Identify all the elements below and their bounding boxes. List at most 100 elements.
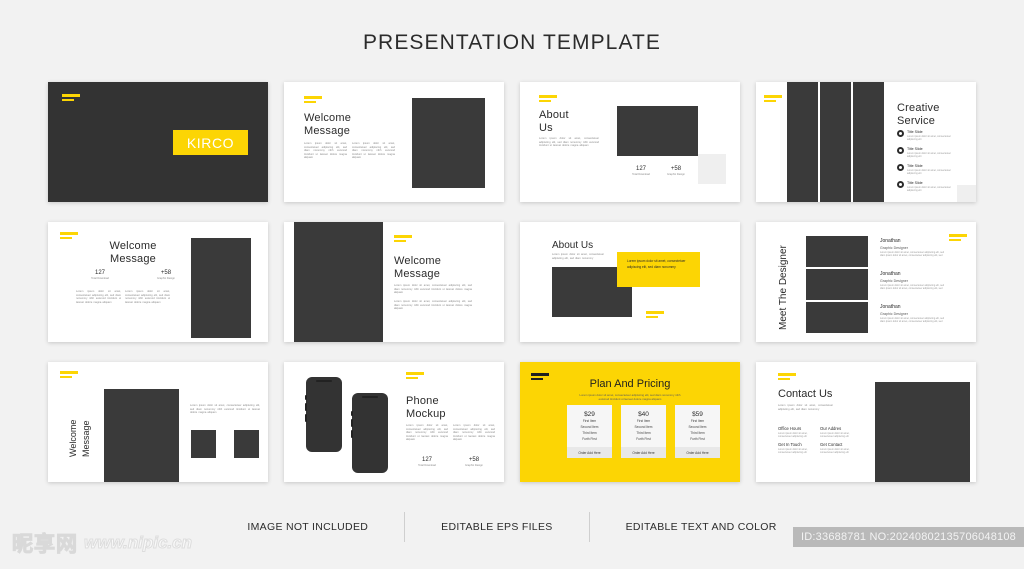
designer-text: Lorem ipsum dolor sit amet, consectetuer… <box>880 251 945 258</box>
accent-dash-icon <box>406 372 424 381</box>
contact-text: Lorem ipsum dolor sit amet, consectetuer… <box>778 448 808 455</box>
slide-cover[interactable]: KIRCO <box>48 82 268 202</box>
contact-heading: Get Contact <box>820 442 843 447</box>
stat-label: Total Download <box>91 277 109 280</box>
image-placeholder <box>191 238 251 338</box>
slide-phone-mockup[interactable]: Phone Mockup Lorem ipsum dolor sit amet,… <box>284 362 504 482</box>
body-text: Lorem ipsum dolor sit amet, consectetuer… <box>394 300 472 311</box>
image-placeholder <box>412 98 485 188</box>
phone-button-icon <box>305 414 307 422</box>
image-placeholder <box>191 430 216 458</box>
phone-button-icon <box>351 430 353 438</box>
stat-label: Graphic Design <box>667 173 685 176</box>
accent-dash-icon <box>646 311 664 320</box>
list-item[interactable]: Title Slide Lorem ipsum dolor sit amet, … <box>897 147 953 158</box>
watermark-url: www.nipic.cn <box>84 533 193 553</box>
slide-title-line2: Us <box>539 122 553 134</box>
slide-welcome-message-2[interactable]: Welcome Message 127 Total Download +58 G… <box>48 222 268 342</box>
accent-dash-icon <box>60 371 78 380</box>
pricing-card[interactable]: $40 First Item Second Item Third Item Fu… <box>621 405 666 458</box>
image-placeholder <box>104 389 179 482</box>
pricing-item: Furth First <box>690 437 705 441</box>
stat-label: Graphic Design <box>465 464 483 467</box>
contact-text: Lorem ipsum dolor sit amet, consectetuer… <box>820 448 850 455</box>
slide-title-line1: Creative <box>897 102 940 114</box>
contact-block: Our Addres Lorem ipsum dolor sit amet, c… <box>820 425 858 438</box>
slide-contact-us[interactable]: Contact Us Lorem ipsum dolor sit amet, c… <box>756 362 976 482</box>
accent-dash-icon <box>778 373 796 382</box>
designer-text: Lorem ipsum dolor sit amet, consectetuer… <box>880 317 945 324</box>
image-placeholder <box>820 82 851 202</box>
contact-text: Lorem ipsum dolor sit amet, consectetuer… <box>778 432 808 439</box>
slide-title-line2: Mockup <box>406 408 446 420</box>
order-button[interactable]: Order Add Here <box>675 447 720 458</box>
order-button[interactable]: Order Add Here <box>621 447 666 458</box>
list-item-text: Lorem ipsum dolor sit amet, consectetuer… <box>907 135 951 142</box>
pricing-card[interactable]: $29 First Item Second Item Third Item Fu… <box>567 405 612 458</box>
phone-notch-icon <box>362 395 378 398</box>
slide-title: About Us <box>552 240 594 251</box>
stat-value: +58 <box>468 457 480 463</box>
slide-creative-service[interactable]: Creative Service Title Slide Lorem ipsum… <box>756 82 976 202</box>
order-button[interactable]: Order Add Here <box>567 447 612 458</box>
image-placeholder <box>853 82 884 202</box>
slide-about-us-1[interactable]: About Us Lorem ipsum dolor sit amet, con… <box>520 82 740 202</box>
image-placeholder <box>875 382 970 482</box>
accent-square <box>957 185 976 202</box>
stat-value: 127 <box>635 166 646 172</box>
slides-grid: KIRCO Welcome Message Lorem ipsum dolor … <box>48 82 976 482</box>
body-text: Lorem ipsum dolor sit amet, consectetuer… <box>406 424 448 442</box>
body-text: Lorem ipsum dolor sit amet, consectetuer… <box>190 404 260 415</box>
slide-title-line1: Welcome <box>394 255 442 267</box>
pricing-item: Furth First <box>636 437 651 441</box>
slide-title: Plan And Pricing <box>589 378 671 390</box>
contact-text: Lorem ipsum dolor sit amet, consectetuer… <box>820 432 850 439</box>
body-text: Lorem ipsum dolor sit amet, consectetuer… <box>304 142 347 160</box>
slide-plan-and-pricing[interactable]: Plan And Pricing Lorem ipsum dolor sit a… <box>520 362 740 482</box>
list-item-text: Lorem ipsum dolor sit amet, consectetuer… <box>907 186 951 193</box>
list-item[interactable]: Title Slide Lorem ipsum dolor sit amet, … <box>897 181 953 192</box>
brand-logo: KIRCO <box>173 130 248 155</box>
accent-dash-icon <box>539 95 557 104</box>
list-item[interactable]: Title Slide Lorem ipsum dolor sit amet, … <box>897 164 953 175</box>
phone-mockup-front <box>351 393 388 473</box>
body-text: Lorem ipsum dolor sit amet, consectetuer… <box>552 253 604 260</box>
slide-welcome-message-4[interactable]: Welcome Message Lorem ipsum dolor sit am… <box>48 362 268 482</box>
pricing-card[interactable]: $59 First Item Second Item Third Item Fu… <box>675 405 720 458</box>
site-watermark: 昵享网 www.nipic.cn <box>12 528 193 558</box>
slide-title-line2: Message <box>81 420 91 457</box>
slide-welcome-message-3[interactable]: Welcome Message Lorem ipsum dolor sit am… <box>284 222 504 342</box>
slide-subtitle: Lorem ipsum dolor sit amet, consectetuer… <box>579 393 681 401</box>
slide-title-line1: Phone <box>406 395 439 407</box>
contact-heading: Get In Touch <box>778 442 802 447</box>
designer-entry: Jonathan Graphic Designer Lorem ipsum do… <box>880 271 948 290</box>
stat-value: +58 <box>670 166 682 172</box>
pricing-price: $29 <box>584 411 595 418</box>
image-placeholder <box>294 222 383 342</box>
designer-name: Jonathan <box>880 271 901 277</box>
slide-title-line2: Service <box>897 115 936 127</box>
accent-dash-icon <box>60 232 78 241</box>
phone-button-icon <box>351 411 353 416</box>
slide-meet-the-designer[interactable]: Meet The Designer Jonathan Graphic Desig… <box>756 222 976 342</box>
contact-block: Get Contact Lorem ipsum dolor sit amet, … <box>820 441 858 454</box>
slide-title-line2: Message <box>109 253 157 265</box>
designer-entry: Jonathan Graphic Designer Lorem ipsum do… <box>880 238 948 257</box>
slide-title-line1: Welcome <box>68 419 78 457</box>
image-placeholder <box>787 82 818 202</box>
slide-about-us-2[interactable]: About Us Lorem ipsum dolor sit amet, con… <box>520 222 740 342</box>
image-placeholder <box>806 269 868 300</box>
phone-button-icon <box>305 403 307 411</box>
accent-square <box>698 154 726 184</box>
list-item[interactable]: Title Slide Lorem ipsum dolor sit amet, … <box>897 130 953 141</box>
image-placeholder <box>806 302 868 333</box>
image-placeholder <box>617 106 698 156</box>
body-text: Lorem ipsum dolor sit amet, consectetuer… <box>352 142 395 160</box>
list-item-text: Lorem ipsum dolor sit amet, consectetuer… <box>907 152 951 159</box>
slide-welcome-message-1[interactable]: Welcome Message Lorem ipsum dolor sit am… <box>284 82 504 202</box>
id-badge: ID:33688781 NO:20240802135706048108 <box>793 527 1024 547</box>
stat-value: 127 <box>421 457 432 463</box>
accent-dash-icon <box>764 95 782 104</box>
feature-item: IMAGE NOT INCLUDED <box>247 521 369 533</box>
image-placeholder <box>806 236 868 267</box>
